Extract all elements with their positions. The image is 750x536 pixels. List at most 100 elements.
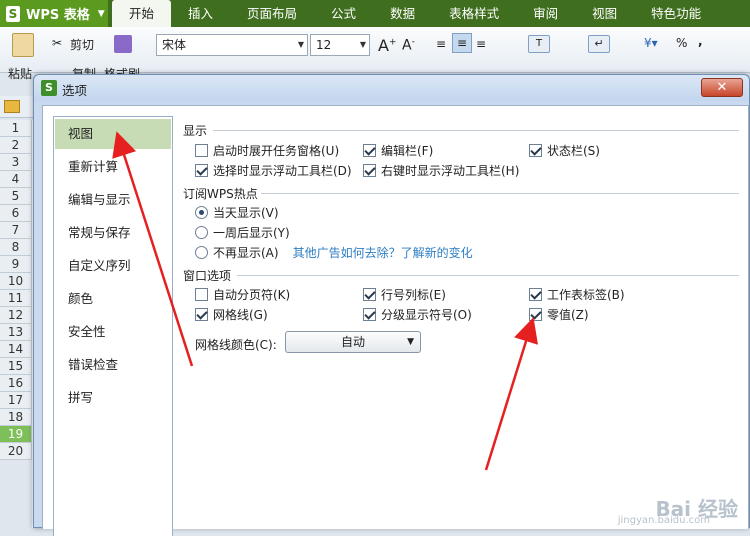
nav-item-custom-list[interactable]: 自定义序列 bbox=[55, 251, 171, 281]
option-status-bar[interactable]: 状态栏(S) bbox=[529, 142, 600, 159]
checkbox[interactable] bbox=[363, 288, 376, 301]
nav-item-recalc[interactable]: 重新计算 bbox=[55, 152, 171, 182]
checkbox[interactable] bbox=[529, 288, 542, 301]
tab-special[interactable]: 特色功能 bbox=[634, 0, 718, 27]
option-zero-values[interactable]: 零值(Z) bbox=[529, 306, 589, 323]
checkbox[interactable] bbox=[363, 144, 376, 157]
nav-item-spelling[interactable]: 拼写 bbox=[55, 383, 171, 413]
gridline-color-value: 自动 bbox=[340, 335, 365, 349]
percent-icon[interactable]: % bbox=[676, 36, 687, 50]
row-header[interactable]: 9 bbox=[0, 256, 32, 273]
radio-button[interactable] bbox=[195, 246, 208, 259]
option-label: 状态栏(S) bbox=[547, 144, 600, 158]
row-header[interactable]: 20 bbox=[0, 443, 32, 460]
option-label: 分级显示符号(O) bbox=[381, 308, 472, 322]
row-header[interactable]: 3 bbox=[0, 154, 32, 171]
tab-formulas[interactable]: 公式 bbox=[314, 0, 373, 27]
row-header[interactable]: 12 bbox=[0, 307, 32, 324]
radio-button[interactable] bbox=[195, 206, 208, 219]
font-grow-icon[interactable]: A+ bbox=[378, 36, 397, 55]
font-shrink-icon[interactable]: A- bbox=[402, 37, 415, 54]
option-outline-symbols[interactable]: 分级显示符号(O) bbox=[363, 306, 472, 323]
radio-show-week-later[interactable]: 一周后显示(Y) bbox=[195, 224, 290, 241]
nav-item-edit-display[interactable]: 编辑与显示 bbox=[55, 185, 171, 215]
paste-icon[interactable] bbox=[12, 33, 34, 57]
row-header[interactable]: 6 bbox=[0, 205, 32, 222]
row-header[interactable]: 19 bbox=[0, 426, 32, 443]
option-formula-bar[interactable]: 编辑栏(F) bbox=[363, 142, 433, 159]
checkbox[interactable] bbox=[529, 144, 542, 157]
option-page-breaks[interactable]: 自动分页符(K) bbox=[195, 286, 290, 303]
cut-icon[interactable]: ✂ bbox=[52, 36, 62, 50]
option-label: 自动分页符(K) bbox=[213, 288, 291, 302]
option-label: 网格线(G) bbox=[213, 308, 268, 322]
thousands-icon[interactable]: , bbox=[698, 34, 703, 48]
chevron-down-icon: ▼ bbox=[407, 337, 414, 347]
row-header[interactable]: 7 bbox=[0, 222, 32, 239]
row-header[interactable]: 1 bbox=[0, 120, 32, 137]
folder-icon[interactable] bbox=[4, 100, 20, 113]
format-painter-icon[interactable] bbox=[114, 35, 132, 53]
gridline-color-label: 网格线颜色(C): bbox=[195, 338, 277, 352]
merge-center-icon[interactable]: T bbox=[528, 35, 550, 53]
tab-insert[interactable]: 插入 bbox=[171, 0, 230, 27]
checkbox[interactable] bbox=[195, 308, 208, 321]
tab-page-layout[interactable]: 页面布局 bbox=[230, 0, 314, 27]
nav-item-color[interactable]: 颜色 bbox=[55, 284, 171, 314]
row-header[interactable]: 5 bbox=[0, 188, 32, 205]
row-header[interactable]: 10 bbox=[0, 273, 32, 290]
checkbox[interactable] bbox=[363, 164, 376, 177]
radio-button[interactable] bbox=[195, 226, 208, 239]
row-header[interactable]: 15 bbox=[0, 358, 32, 375]
wrap-text-icon[interactable]: ↵ bbox=[588, 35, 610, 53]
app-menu-button[interactable]: S WPS 表格 ▼ bbox=[0, 0, 108, 27]
tab-data[interactable]: 数据 bbox=[373, 0, 432, 27]
tab-review[interactable]: 审阅 bbox=[516, 0, 575, 27]
option-float-toolbar-rightclick[interactable]: 右键时显示浮动工具栏(H) bbox=[363, 162, 519, 179]
option-float-toolbar-select[interactable]: 选择时显示浮动工具栏(D) bbox=[195, 162, 352, 179]
section-hotspot-title: 订阅WPS热点 bbox=[183, 187, 258, 201]
checkbox[interactable] bbox=[195, 144, 208, 157]
align-bottom-icon[interactable]: ≡ bbox=[476, 37, 486, 51]
option-sheet-tabs[interactable]: 工作表标签(B) bbox=[529, 286, 625, 303]
row-header[interactable]: 17 bbox=[0, 392, 32, 409]
option-show-taskpane[interactable]: 启动时展开任务窗格(U) bbox=[195, 142, 339, 159]
checkbox[interactable] bbox=[529, 308, 542, 321]
tab-home[interactable]: 开始 bbox=[112, 0, 172, 27]
nav-item-security[interactable]: 安全性 bbox=[55, 317, 171, 347]
row-header[interactable]: 14 bbox=[0, 341, 32, 358]
row-header[interactable]: 11 bbox=[0, 290, 32, 307]
nav-item-general-save[interactable]: 常规与保存 bbox=[55, 218, 171, 248]
currency-icon[interactable]: ¥▾ bbox=[644, 36, 658, 50]
row-header[interactable]: 8 bbox=[0, 239, 32, 256]
dialog-title-bar[interactable]: S 选项 ✕ bbox=[34, 75, 749, 101]
option-label: 右键时显示浮动工具栏(H) bbox=[381, 164, 520, 178]
ads-info-link[interactable]: 其他广告如何去除？了解新的变化 bbox=[293, 244, 473, 261]
wps-logo-icon: S bbox=[6, 5, 20, 22]
paste-label[interactable]: 粘贴 bbox=[8, 65, 32, 82]
nav-item-view[interactable]: 视图 bbox=[55, 119, 171, 149]
checkbox[interactable] bbox=[195, 288, 208, 301]
gridline-color-select[interactable]: 自动 ▼ bbox=[285, 331, 421, 353]
row-header[interactable]: 2 bbox=[0, 137, 32, 154]
tab-table-style[interactable]: 表格样式 bbox=[432, 0, 516, 27]
font-name-select[interactable]: 宋体 ▼ bbox=[156, 34, 308, 56]
row-header[interactable]: 18 bbox=[0, 409, 32, 426]
row-header[interactable]: 13 bbox=[0, 324, 32, 341]
radio-never-show[interactable]: 不再显示(A) 其他广告如何去除？了解新的变化 bbox=[195, 244, 473, 261]
radio-show-today[interactable]: 当天显示(V) bbox=[195, 204, 279, 221]
row-header[interactable]: 16 bbox=[0, 375, 32, 392]
row-header[interactable]: 4 bbox=[0, 171, 32, 188]
close-button[interactable]: ✕ bbox=[701, 78, 743, 97]
tab-view[interactable]: 视图 bbox=[575, 0, 634, 27]
option-row-col-headers[interactable]: 行号列标(E) bbox=[363, 286, 446, 303]
font-size-select[interactable]: 12 ▼ bbox=[310, 34, 370, 56]
cut-button[interactable]: 剪切 bbox=[70, 36, 94, 53]
align-top-icon[interactable]: ≡ bbox=[436, 37, 446, 51]
checkbox[interactable] bbox=[195, 164, 208, 177]
checkbox[interactable] bbox=[363, 308, 376, 321]
align-middle-icon[interactable]: ≡ bbox=[452, 33, 472, 53]
option-gridlines[interactable]: 网格线(G) bbox=[195, 306, 268, 323]
nav-item-error-check[interactable]: 错误检查 bbox=[55, 350, 171, 380]
dialog-body: 视图 重新计算 编辑与显示 常规与保存 自定义序列 颜色 安全性 错误检查 拼写… bbox=[42, 105, 749, 536]
